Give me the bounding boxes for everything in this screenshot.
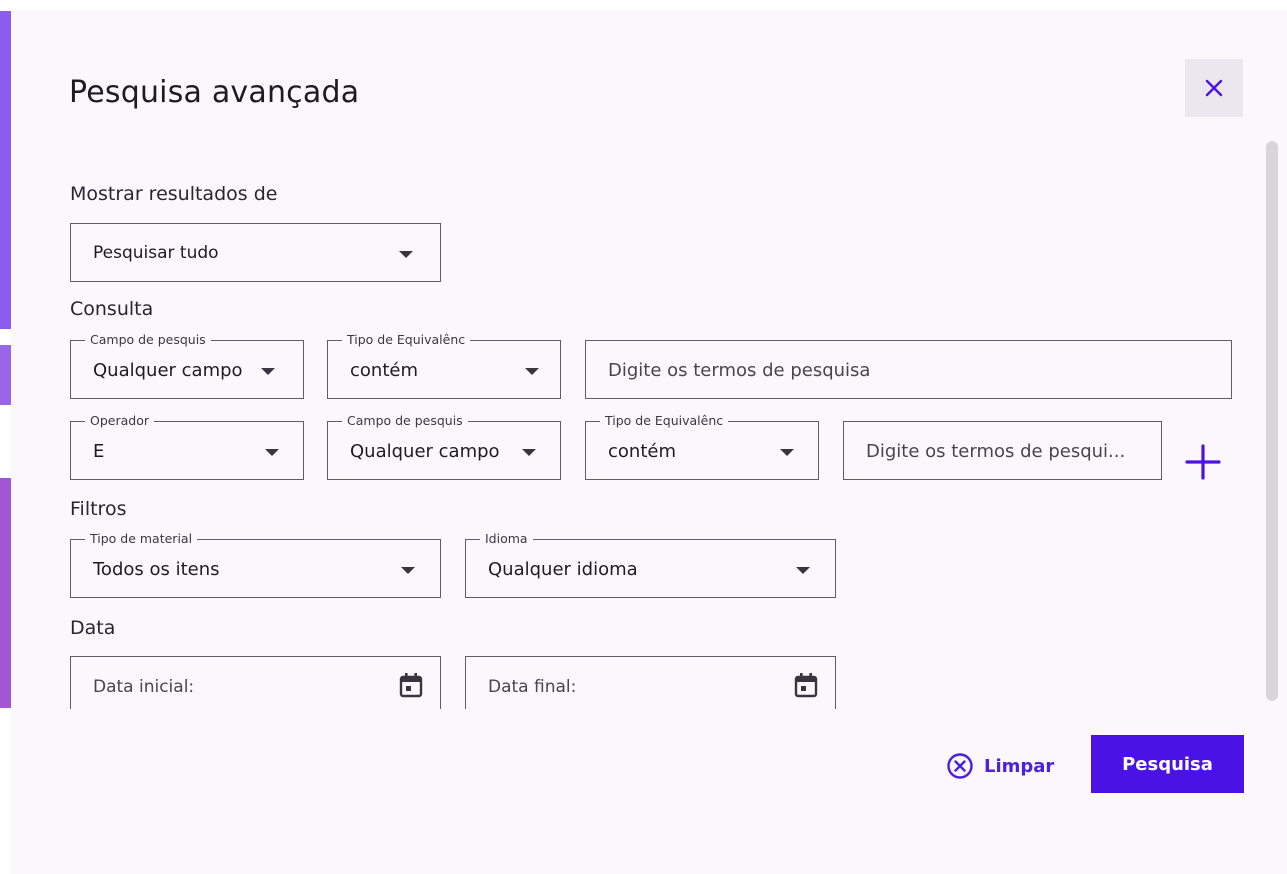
language-select[interactable]: Idioma Qualquer idioma: [465, 531, 836, 598]
advanced-search-dialog: Pesquisa avançada Mostrar resultados de …: [11, 11, 1287, 874]
query-row1-match-select[interactable]: Tipo de Equivalênc contém: [327, 332, 561, 399]
show-results-value: Pesquisar tudo: [93, 243, 219, 263]
match-select-value: contém: [350, 360, 418, 381]
calendar-icon[interactable]: [794, 672, 818, 698]
query-row2-field-select[interactable]: Campo de pesquis Qualquer campo: [327, 413, 561, 480]
background-strip-top: [0, 11, 11, 329]
calendar-icon[interactable]: [399, 672, 423, 698]
circle-x-icon: [947, 753, 973, 779]
close-icon: [1205, 79, 1223, 97]
chevron-down-icon: [796, 567, 810, 574]
field-select-value: Qualquer campo: [93, 360, 243, 381]
query-row2-operator-select[interactable]: Operador E: [70, 413, 304, 480]
search-button-label: Pesquisa: [1122, 753, 1213, 775]
query-row2-term-input[interactable]: Digite os termos de pesqui...: [843, 421, 1162, 480]
query-row2-match-select[interactable]: Tipo de Equivalênc contém: [585, 413, 819, 480]
term-input-placeholder: Digite os termos de pesqui...: [866, 441, 1126, 462]
language-legend: Idioma: [480, 531, 533, 546]
search-button[interactable]: Pesquisa: [1091, 735, 1244, 793]
clear-button[interactable]: Limpar: [946, 752, 1054, 780]
scrollbar[interactable]: [1266, 141, 1278, 701]
material-type-value: Todos os itens: [93, 559, 220, 580]
dialog-title: Pesquisa avançada: [69, 75, 360, 110]
field-select-legend: Campo de pesquis: [342, 413, 468, 428]
term-input-placeholder: Digite os termos de pesquisa: [608, 360, 871, 381]
operator-select-value: E: [93, 441, 105, 462]
chevron-down-icon: [780, 449, 794, 456]
material-type-legend: Tipo de material: [85, 531, 198, 546]
match-select-legend: Tipo de Equivalênc: [342, 332, 471, 347]
operator-select-legend: Operador: [85, 413, 154, 428]
chevron-down-icon: [265, 449, 279, 456]
chevron-down-icon: [399, 251, 413, 258]
end-date-placeholder: Data final:: [488, 677, 577, 697]
plus-icon[interactable]: [1184, 443, 1222, 481]
filters-label: Filtros: [70, 498, 127, 520]
end-date-input[interactable]: Data final:: [465, 656, 836, 709]
date-label: Data: [70, 617, 116, 639]
field-select-value: Qualquer campo: [350, 441, 500, 462]
query-row1-field-select[interactable]: Campo de pesquis Qualquer campo: [70, 332, 304, 399]
start-date-placeholder: Data inicial:: [93, 677, 195, 697]
language-value: Qualquer idioma: [488, 559, 638, 580]
close-button[interactable]: [1185, 59, 1243, 117]
query-row1-term-input[interactable]: Digite os termos de pesquisa: [585, 340, 1232, 399]
background-strip-bottom: [0, 478, 11, 708]
chevron-down-icon: [261, 368, 275, 375]
chevron-down-icon: [525, 368, 539, 375]
show-results-select[interactable]: Pesquisar tudo: [70, 223, 441, 282]
material-type-select[interactable]: Tipo de material Todos os itens: [70, 531, 441, 598]
chevron-down-icon: [522, 449, 536, 456]
match-select-legend: Tipo de Equivalênc: [600, 413, 729, 428]
start-date-input[interactable]: Data inicial:: [70, 656, 441, 709]
query-label: Consulta: [70, 298, 154, 320]
chevron-down-icon: [401, 567, 415, 574]
match-select-value: contém: [608, 441, 676, 462]
show-results-label: Mostrar resultados de: [70, 183, 278, 205]
background-strip-middle: [0, 345, 11, 405]
field-select-legend: Campo de pesquis: [85, 332, 211, 347]
clear-button-label: Limpar: [984, 755, 1055, 777]
